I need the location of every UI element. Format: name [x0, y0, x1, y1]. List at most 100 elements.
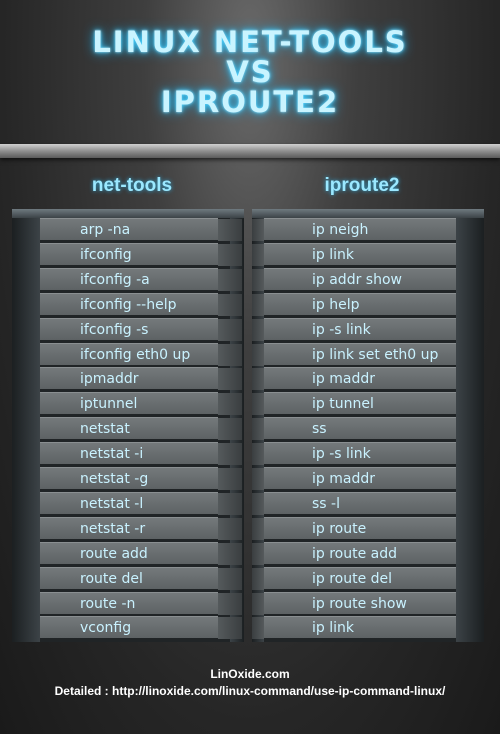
- panel-top-bevel: [12, 209, 244, 218]
- iproute2-row: ip link set eth0 up: [252, 342, 456, 366]
- row-bevel: [218, 343, 242, 366]
- row-bevel: [218, 592, 242, 615]
- row-bevel: [252, 418, 264, 441]
- net-tools-row: ifconfig --help: [40, 292, 242, 316]
- iproute2-row: ss: [252, 417, 456, 441]
- row-bevel: [252, 318, 264, 341]
- net-tools-row: ifconfig eth0 up: [40, 342, 242, 366]
- iproute2-row: ip neigh: [252, 218, 456, 241]
- net-tools-row: route del: [40, 566, 242, 590]
- net-tools-command: ipmaddr: [80, 371, 139, 388]
- iproute2-command: ip route show: [312, 595, 407, 612]
- row-bevel: [252, 293, 264, 316]
- row-bevel: [252, 243, 264, 266]
- net-tools-command: ifconfig -s: [80, 321, 149, 338]
- iproute2-command: ip route: [312, 520, 367, 537]
- net-tools-header: net-tools: [91, 175, 173, 196]
- row-bevel: [252, 617, 264, 640]
- row-bevel: [218, 268, 242, 291]
- row-bevel: [218, 418, 242, 441]
- iproute2-command: ip -s link: [312, 446, 371, 463]
- title-line-3: IPROUTE2: [160, 85, 340, 119]
- net-tools-command: ifconfig -a: [80, 271, 150, 288]
- title-line-2: VS: [226, 55, 274, 89]
- footer-detail-link[interactable]: Detailed : http://linoxide.com/linux-com…: [0, 684, 500, 698]
- row-bevel: [218, 468, 242, 490]
- iproute2-header: iproute2: [324, 175, 400, 196]
- net-tools-command: ifconfig --help: [80, 296, 177, 313]
- row-bevel: [252, 468, 264, 490]
- net-tools-row: netstat -i: [40, 442, 242, 466]
- iproute2-row: ip maddr: [252, 367, 456, 391]
- net-tools-command: ifconfig: [80, 246, 132, 263]
- iproute2-command: ip maddr: [312, 471, 375, 487]
- net-tools-row: ifconfig -a: [40, 267, 242, 291]
- panel-top-bevel: [252, 209, 484, 218]
- net-tools-command: netstat: [80, 421, 130, 438]
- iproute2-row: ip -s link: [252, 317, 456, 341]
- iproute2-row: ip tunnel: [252, 392, 456, 416]
- row-bevel: [218, 293, 242, 316]
- net-tools-row: route -n: [40, 591, 242, 615]
- iproute2-command: ip tunnel: [312, 396, 374, 413]
- row-bevel: [218, 542, 242, 565]
- net-tools-row: netstat -r: [40, 516, 242, 540]
- net-tools-row: netstat -l: [40, 491, 242, 515]
- net-tools-command: netstat -l: [80, 495, 144, 512]
- net-tools-command: route del: [80, 570, 143, 587]
- net-tools-row: iptunnel: [40, 392, 242, 416]
- iproute2-command: ip link: [312, 246, 354, 263]
- row-bevel: [218, 517, 242, 540]
- row-bevel: [218, 318, 242, 341]
- iproute2-row: ip maddr: [252, 467, 456, 490]
- net-tools-command: arp -na: [80, 222, 131, 238]
- net-tools-command: route -n: [80, 595, 136, 612]
- row-bevel: [252, 542, 264, 565]
- iproute2-row: ip link: [252, 616, 456, 640]
- iproute2-command: ip neigh: [312, 222, 369, 238]
- net-tools-command: iptunnel: [80, 396, 138, 413]
- row-bevel: [218, 368, 242, 391]
- net-tools-row: ipmaddr: [40, 367, 242, 391]
- row-bevel: [252, 219, 264, 241]
- panel-side-bevel: [456, 218, 484, 642]
- iproute2-row: ip addr show: [252, 267, 456, 291]
- net-tools-row: netstat -g: [40, 467, 242, 490]
- row-bevel: [218, 219, 242, 241]
- iproute2-command: ip route del: [312, 570, 393, 587]
- row-bevel: [218, 492, 242, 515]
- iproute2-row: ip link: [252, 242, 456, 266]
- iproute2-command: ip help: [312, 296, 360, 313]
- iproute2-row: ip route: [252, 516, 456, 540]
- row-bevel: [252, 268, 264, 291]
- net-tools-command: ifconfig eth0 up: [80, 346, 191, 363]
- iproute2-command: ip maddr: [312, 371, 375, 388]
- footer-site: LinOxide.com: [210, 667, 290, 681]
- net-tools-command: netstat -g: [80, 471, 149, 487]
- net-tools-row: ifconfig -s: [40, 317, 242, 341]
- iproute2-command: ip -s link: [312, 321, 371, 338]
- divider-bar: [0, 144, 500, 158]
- iproute2-command: ip addr show: [312, 271, 402, 288]
- net-tools-command: netstat -i: [80, 446, 144, 463]
- iproute2-row: ip help: [252, 292, 456, 316]
- iproute2-command: ss: [312, 421, 327, 438]
- net-tools-command: netstat -r: [80, 520, 146, 537]
- iproute2-command: ss -l: [312, 495, 340, 512]
- net-tools-row: route add: [40, 541, 242, 565]
- row-bevel: [252, 592, 264, 615]
- net-tools-row: arp -na: [40, 218, 242, 241]
- iproute2-row: ip route show: [252, 591, 456, 615]
- row-bevel: [218, 243, 242, 266]
- net-tools-row: netstat: [40, 417, 242, 441]
- row-bevel: [218, 443, 242, 466]
- row-bevel: [252, 567, 264, 590]
- row-bevel: [252, 443, 264, 466]
- net-tools-command: route add: [80, 545, 148, 562]
- row-bevel: [252, 492, 264, 515]
- iproute2-command: ip link set eth0 up: [312, 346, 439, 363]
- panel-side-bevel: [12, 218, 40, 642]
- iproute2-command: ip route add: [312, 545, 398, 562]
- row-bevel: [218, 567, 242, 590]
- row-bevel: [252, 343, 264, 366]
